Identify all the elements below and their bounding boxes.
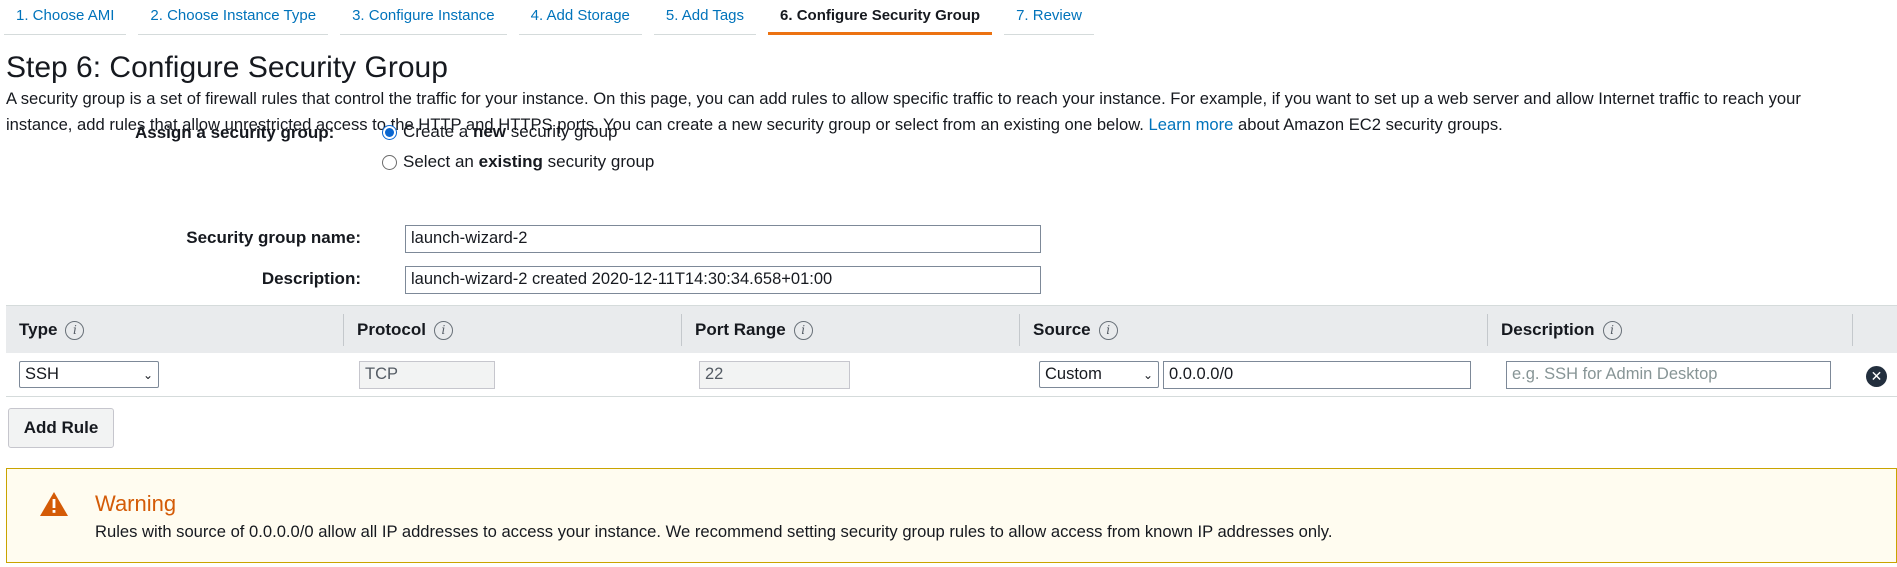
column-header-port-range: Port Range i	[682, 306, 813, 354]
column-header-type: Type i	[6, 306, 85, 354]
tab-choose-ami[interactable]: 1. Choose AMI	[4, 0, 127, 35]
description-label: Description:	[261, 269, 361, 288]
rule-description-input[interactable]: e.g. SSH for Admin Desktop	[1506, 361, 1831, 389]
column-header-source: Source i	[1020, 306, 1118, 354]
page-title: Step 6: Configure Security Group	[6, 51, 448, 84]
warning-triangle-icon	[40, 492, 68, 516]
option-select-existing[interactable]: Select an existing security group	[382, 152, 654, 172]
rules-table-header: Type i Protocol i Port Range i Source i …	[6, 305, 1897, 353]
description-input[interactable]: launch-wizard-2 created 2020-12-11T14:30…	[405, 266, 1041, 294]
warning-alert: Warning Rules with source of 0.0.0.0/0 a…	[6, 468, 1897, 563]
tab-review[interactable]: 7. Review	[1004, 0, 1094, 35]
info-icon[interactable]: i	[65, 320, 85, 340]
option-select-existing-label: Select an existing security group	[403, 152, 654, 172]
option-existing-keyword: existing	[478, 152, 543, 171]
tab-add-storage[interactable]: 4. Add Storage	[518, 0, 642, 35]
column-header-protocol: Protocol i	[344, 306, 453, 354]
radio-create-new[interactable]	[382, 124, 397, 140]
security-group-name-input[interactable]: launch-wizard-2	[405, 225, 1041, 253]
chevron-down-icon: ⌄	[142, 367, 153, 382]
column-header-protocol-label: Protocol	[357, 320, 426, 339]
column-header-port-range-label: Port Range	[695, 320, 786, 339]
warning-title: Warning	[95, 491, 177, 516]
column-divider	[1852, 314, 1853, 346]
tab-choose-instance-type[interactable]: 2. Choose Instance Type	[138, 0, 329, 35]
column-header-description: Description i	[1488, 306, 1622, 354]
close-circle-icon[interactable]: ✕	[1866, 366, 1887, 387]
info-icon[interactable]: i	[793, 320, 813, 340]
rule-port-range-field: 22	[699, 361, 850, 389]
add-rule-button[interactable]: Add Rule	[8, 408, 114, 448]
column-header-type-label: Type	[19, 320, 58, 339]
option-create-new-suffix: security group	[510, 122, 618, 141]
option-existing-prefix: Select an	[403, 152, 474, 171]
rule-source-type-select[interactable]: Custom ⌄	[1039, 361, 1159, 388]
security-group-name-label: Security group name:	[186, 228, 361, 247]
wizard-tabs: 1. Choose AMI 2. Choose Instance Type 3.…	[0, 0, 1897, 35]
tab-configure-security-group[interactable]: 6. Configure Security Group	[768, 0, 993, 35]
column-header-description-label: Description	[1501, 320, 1595, 339]
intro-line-2-suffix: about Amazon EC2 security groups.	[1238, 115, 1503, 134]
option-create-new-keyword: new	[472, 122, 506, 141]
info-icon[interactable]: i	[1602, 320, 1622, 340]
chevron-down-icon: ⌄	[1142, 367, 1153, 382]
option-create-new-label: Create a new security group	[403, 122, 618, 142]
radio-select-existing[interactable]	[382, 154, 397, 170]
option-create-new[interactable]: Create a new security group	[382, 122, 618, 142]
option-existing-suffix: security group	[547, 152, 655, 171]
assign-security-group-label: Assign a security group:	[135, 123, 335, 142]
rule-protocol-field: TCP	[359, 361, 495, 389]
tab-configure-instance[interactable]: 3. Configure Instance	[340, 0, 507, 35]
column-header-source-label: Source	[1033, 320, 1091, 339]
rule-source-cidr-input[interactable]: 0.0.0.0/0	[1163, 361, 1471, 389]
learn-more-link[interactable]: Learn more	[1149, 115, 1234, 134]
info-icon[interactable]: i	[433, 320, 453, 340]
option-create-new-prefix: Create a	[403, 122, 469, 141]
intro-line-1: A security group is a set of firewall ru…	[6, 89, 1801, 108]
rule-type-value: SSH	[25, 365, 59, 383]
rule-type-select[interactable]: SSH ⌄	[19, 361, 159, 388]
tab-add-tags[interactable]: 5. Add Tags	[653, 0, 757, 35]
info-icon[interactable]: i	[1098, 320, 1118, 340]
warning-message: Rules with source of 0.0.0.0/0 allow all…	[95, 522, 1333, 541]
table-row: SSH ⌄ TCP 22 Custom ⌄ 0.0.0.0/0 e.g. SSH…	[6, 353, 1897, 397]
rule-source-type-value: Custom	[1045, 365, 1102, 383]
